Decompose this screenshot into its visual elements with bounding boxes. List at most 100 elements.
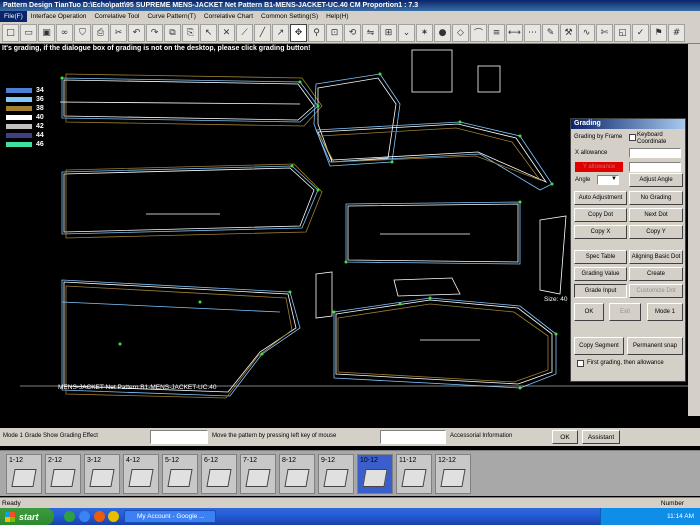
pen-icon[interactable]: ✎ (542, 23, 559, 42)
pleat-icon[interactable]: ≡ (488, 23, 505, 42)
thumbnail-item[interactable]: 5-12 (162, 454, 198, 494)
grade-input-button[interactable]: Grade Input (574, 284, 627, 298)
thumbnail-item[interactable]: 12-12 (435, 454, 471, 494)
move-icon[interactable]: ✥ (290, 23, 307, 42)
measure-icon[interactable]: ⟷ (506, 23, 523, 42)
clock: 11:14 AM (667, 513, 694, 520)
copy-icon[interactable]: ⧉ (164, 23, 181, 42)
customize-dot-button[interactable]: Customize Dot (629, 284, 683, 298)
start-button[interactable]: start (0, 508, 54, 525)
thumbnail-item[interactable]: 3-12 (84, 454, 120, 494)
copy-y-button[interactable]: Copy Y (629, 225, 683, 239)
create-button[interactable]: Create (629, 267, 683, 281)
legend-label: 42 (36, 123, 44, 130)
thumbnail-item[interactable]: 2-12 (45, 454, 81, 494)
menu-curve-pattern[interactable]: Curve Pattern(T) (143, 11, 199, 22)
grid-icon[interactable]: # (668, 23, 685, 42)
next-dot-button[interactable]: Next Dot (629, 208, 683, 222)
legend-swatch (6, 124, 32, 129)
dart-icon[interactable]: ◇ (452, 23, 469, 42)
arrow-icon[interactable]: ↗ (272, 23, 289, 42)
menu-common-setting[interactable]: Common Setting(S) (257, 11, 322, 22)
status-row: Mode 1 Grade Show Grading Effect Move th… (0, 428, 700, 446)
paste-icon[interactable]: ⎘ (182, 23, 199, 42)
cut-icon[interactable]: ✂ (110, 23, 127, 42)
curve-icon[interactable]: ∿ (578, 23, 595, 42)
rotate-icon[interactable]: ⟲ (344, 23, 361, 42)
open-icon[interactable]: ▭ (20, 23, 37, 42)
grading-value-button[interactable]: Grading Value (574, 267, 627, 281)
copy-segment-button[interactable]: Copy Segment (574, 337, 624, 355)
vertical-scrollbar[interactable] (688, 44, 700, 416)
browser-icon[interactable] (79, 511, 90, 522)
copy-x-button[interactable]: Copy X (574, 225, 627, 239)
thumbnail-item[interactable]: 4-12 (123, 454, 159, 494)
menu-interface-operation[interactable]: Interface Operation (27, 11, 91, 22)
zoom-icon[interactable]: ⚲ (308, 23, 325, 42)
new-icon[interactable]: □ (2, 23, 19, 42)
cross-icon[interactable]: ✕ (218, 23, 235, 42)
tool-icon[interactable]: ⚒ (560, 23, 577, 42)
first-grading-checkbox[interactable] (577, 360, 584, 367)
legend-label: 36 (36, 96, 44, 103)
ok-button[interactable]: OK (574, 303, 604, 321)
zoom-fit-icon[interactable]: ⊡ (326, 23, 343, 42)
copy-dot-button[interactable]: Copy Dot (574, 208, 627, 222)
thumbnail-label: 6-12 (204, 457, 219, 464)
firefox-icon[interactable] (94, 511, 105, 522)
keyboard-coordinate-checkbox[interactable] (629, 134, 636, 141)
status-ok-button[interactable]: OK (552, 430, 578, 444)
line-icon[interactable]: ╱ (254, 23, 271, 42)
app-icon[interactable] (108, 511, 119, 522)
mirror-icon[interactable]: ⇋ (362, 23, 379, 42)
exit-button[interactable]: Exit (609, 303, 641, 321)
taskbar (0, 508, 700, 525)
no-grading-button[interactable]: No Grading (629, 191, 683, 205)
taskbar-app-my-account[interactable]: My Account - Google ... (124, 510, 216, 523)
aligning-basic-dot-button[interactable]: Aligning Basic Dot (629, 250, 683, 264)
pointer-icon[interactable]: ↖ (200, 23, 217, 42)
thumbnail-item[interactable]: 8-12 (279, 454, 315, 494)
ruler-icon[interactable]: ⟋ (236, 23, 253, 42)
x-allowance-input[interactable] (629, 148, 681, 158)
menu-correlative-chart[interactable]: Correlative Chart (200, 11, 257, 22)
redo-icon[interactable]: ↷ (146, 23, 163, 42)
status-input-1[interactable] (150, 430, 208, 444)
auto-adjustment-button[interactable]: Auto Adjustment (574, 191, 627, 205)
button-icon[interactable]: ● (434, 23, 451, 42)
print-icon[interactable]: ⎙ (92, 23, 109, 42)
scissors-icon[interactable]: ✄ (596, 23, 613, 42)
spec-table-button[interactable]: Spec Table (574, 250, 627, 264)
y-allowance-input[interactable] (629, 162, 681, 172)
thumbnail-item[interactable]: 1-12 (6, 454, 42, 494)
chrome-icon[interactable] (64, 511, 75, 522)
status-input-2[interactable] (380, 430, 446, 444)
tag-icon[interactable]: ⚑ (650, 23, 667, 42)
notch-icon[interactable]: ⌄ (398, 23, 415, 42)
mode1-button[interactable]: Mode 1 (647, 303, 683, 321)
link-icon[interactable]: ∞ (56, 23, 73, 42)
thumbnail-item[interactable]: 6-12 (201, 454, 237, 494)
thumbnail-item[interactable]: 10-12 (357, 454, 393, 494)
legend-item: 34 (6, 86, 50, 95)
angle-select[interactable]: ▼ (597, 175, 619, 185)
fold-icon[interactable]: ⌒ (470, 23, 487, 42)
menu-help[interactable]: Help(H) (322, 11, 352, 22)
thumbnail-item[interactable]: 7-12 (240, 454, 276, 494)
thumbnail-item[interactable]: 11-12 (396, 454, 432, 494)
thumbnail-item[interactable]: 9-12 (318, 454, 354, 494)
menu-file[interactable]: File(F) (0, 11, 27, 22)
menu-correlative-tool[interactable]: Correlative Tool (90, 11, 143, 22)
assistant-button[interactable]: Assistant (582, 430, 620, 444)
permanent-snap-button[interactable]: Permanent snap (627, 337, 683, 355)
thumbnail-label: 2-12 (48, 457, 63, 464)
grade-icon[interactable]: ⊞ (380, 23, 397, 42)
seam-icon[interactable]: ⋯ (524, 23, 541, 42)
save-icon[interactable]: ▣ (38, 23, 55, 42)
mark-icon[interactable]: ✶ (416, 23, 433, 42)
adjust-angle-button[interactable]: Adjust Angle (629, 173, 683, 187)
shirt-icon[interactable]: ⛉ (74, 23, 91, 42)
check-icon[interactable]: ✓ (632, 23, 649, 42)
piece-icon[interactable]: ◱ (614, 23, 631, 42)
undo-icon[interactable]: ↶ (128, 23, 145, 42)
